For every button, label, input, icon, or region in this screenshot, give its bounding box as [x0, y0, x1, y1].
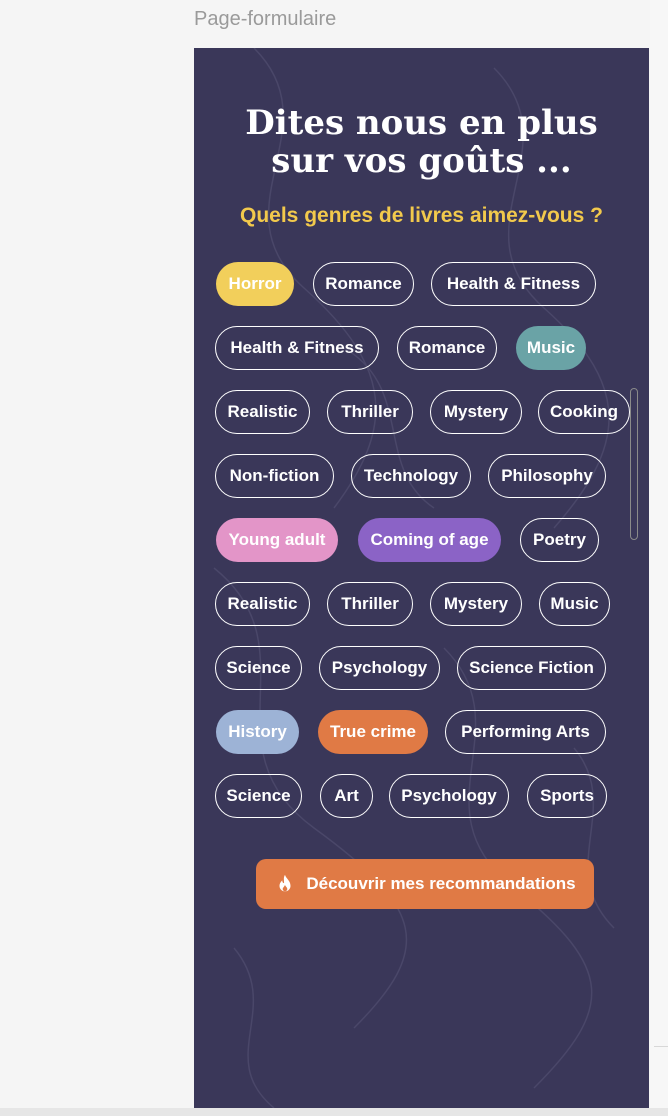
genre-chip-mystery[interactable]: Mystery — [430, 582, 522, 626]
genre-chip-music[interactable]: Music — [539, 582, 610, 626]
genre-chip-cooking[interactable]: Cooking — [538, 390, 630, 434]
title-line-1: Dites nous en plus — [245, 103, 598, 143]
right-gutter — [650, 0, 668, 1116]
genre-chip-thriller[interactable]: Thriller — [327, 582, 413, 626]
frame-label: Page-formulaire — [194, 8, 337, 30]
genre-chip-non-fiction[interactable]: Non-fiction — [215, 454, 334, 498]
genre-chip-realistic[interactable]: Realistic — [215, 390, 310, 434]
title-line-2: sur vos goûts ... — [271, 141, 572, 181]
divider — [654, 1046, 668, 1047]
genre-chip-science-fiction[interactable]: Science Fiction — [457, 646, 606, 690]
genre-chip-performing-arts[interactable]: Performing Arts — [445, 710, 606, 754]
genre-chip-sports[interactable]: Sports — [527, 774, 607, 818]
subtitle: Quels genres de livres aimez-vous ? — [240, 204, 603, 227]
genre-chip-poetry[interactable]: Poetry — [520, 518, 599, 562]
genre-chip-psychology[interactable]: Psychology — [389, 774, 509, 818]
genre-chip-true-crime[interactable]: True crime — [318, 710, 428, 754]
flame-icon — [279, 874, 291, 892]
genre-chip-science[interactable]: Science — [215, 646, 302, 690]
genre-chip-mystery[interactable]: Mystery — [430, 390, 522, 434]
genre-chip-history[interactable]: History — [216, 710, 299, 754]
discover-recommendations-button[interactable]: Découvrir mes recommandations — [256, 859, 594, 909]
page-title: Dites nous en plus sur vos goûts ... — [194, 104, 649, 180]
genre-chip-horror[interactable]: Horror — [216, 262, 294, 306]
genre-chip-romance[interactable]: Romance — [313, 262, 414, 306]
genre-chip-romance[interactable]: Romance — [397, 326, 497, 370]
genre-chip-coming-of-age[interactable]: Coming of age — [358, 518, 501, 562]
genre-chip-science[interactable]: Science — [215, 774, 302, 818]
genre-chip-music[interactable]: Music — [516, 326, 586, 370]
scrollbar[interactable] — [630, 388, 638, 540]
genre-chip-art[interactable]: Art — [320, 774, 373, 818]
genre-chip-thriller[interactable]: Thriller — [327, 390, 413, 434]
cta-label: Découvrir mes recommandations — [306, 874, 576, 893]
genre-chip-philosophy[interactable]: Philosophy — [488, 454, 606, 498]
genre-chip-young-adult[interactable]: Young adult — [216, 518, 338, 562]
genre-chip-health-fitness[interactable]: Health & Fitness — [431, 262, 596, 306]
genre-chip-realistic[interactable]: Realistic — [215, 582, 310, 626]
genre-chip-health-fitness[interactable]: Health & Fitness — [215, 326, 379, 370]
bottom-bar — [0, 1108, 668, 1116]
genre-chip-technology[interactable]: Technology — [351, 454, 471, 498]
genre-chip-psychology[interactable]: Psychology — [319, 646, 440, 690]
